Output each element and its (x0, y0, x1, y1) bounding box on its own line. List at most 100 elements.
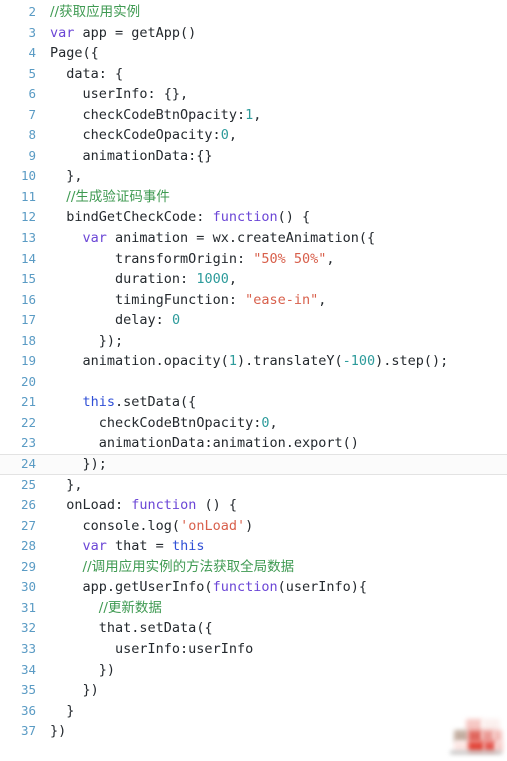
code-line[interactable]: 11 //生成验证码事件 (0, 187, 507, 208)
code-line[interactable]: 30 app.getUserInfo(function(userInfo){ (0, 577, 507, 598)
code-line-text[interactable]: checkCodeBtnOpacity:1, (36, 105, 507, 126)
code-line-text[interactable]: onLoad: function () { (36, 495, 507, 516)
code-line[interactable]: 32 that.setData({ (0, 618, 507, 639)
code-line[interactable]: 28 var that = this (0, 536, 507, 557)
code-token-keyword: var (82, 230, 107, 247)
code-token-plain: onLoad: (66, 497, 132, 514)
code-line[interactable]: 31 //更新数据 (0, 598, 507, 619)
code-line-text[interactable]: checkCodeOpacity:0, (36, 125, 507, 146)
code-line[interactable]: 18 }); (0, 331, 507, 352)
code-line[interactable]: 14 transformOrigin: "50% 50%", (0, 249, 507, 270)
code-line[interactable]: 12 bindGetCheckCode: function() { (0, 207, 507, 228)
code-line-text[interactable]: this.setData({ (36, 392, 507, 413)
code-line-text[interactable]: }, (36, 475, 507, 496)
code-line-text[interactable]: userInfo: {}, (36, 84, 507, 105)
code-token-plain: timingFunction: (115, 291, 246, 308)
code-line-text[interactable]: }) (36, 660, 507, 681)
code-line[interactable]: 13 var animation = wx.createAnimation({ (0, 228, 507, 249)
code-line[interactable]: 25 }, (0, 475, 507, 496)
code-line-text[interactable]: Page({ (36, 43, 507, 64)
code-line-text[interactable]: transformOrigin: "50% 50%", (36, 249, 507, 270)
code-line[interactable]: 19 animation.opacity(1).translateY(-100)… (0, 351, 507, 372)
code-token-plain: app.getUserInfo( (82, 579, 213, 596)
line-number: 21 (20, 394, 36, 410)
code-line[interactable]: 20 (0, 372, 507, 393)
code-line[interactable]: 6 userInfo: {}, (0, 84, 507, 105)
code-line[interactable]: 15 duration: 1000, (0, 269, 507, 290)
code-line[interactable]: 37}) (0, 721, 507, 742)
code-line[interactable]: 21 this.setData({ (0, 392, 507, 413)
code-line[interactable]: 35 }) (0, 680, 507, 701)
code-line-text[interactable]: //更新数据 (36, 598, 507, 619)
code-line[interactable]: 26 onLoad: function () { (0, 495, 507, 516)
code-token-comment: //调用应用实例的方法获取全局数据 (82, 558, 295, 575)
code-line-text[interactable]: delay: 0 (36, 310, 507, 331)
code-line-text[interactable]: var app = getApp() (36, 23, 507, 44)
line-number: 11 (20, 188, 36, 204)
code-line-text[interactable]: timingFunction: "ease-in", (36, 290, 507, 311)
code-line[interactable]: 10 }, (0, 166, 507, 187)
code-line-text[interactable]: userInfo:userInfo (36, 639, 507, 660)
code-lines-container[interactable]: 2//获取应用实例 3 var app = getApp() 4 Page({5 dat… (0, 2, 507, 742)
code-line-text[interactable]: data: { (36, 64, 507, 85)
line-number: 26 (20, 497, 36, 513)
code-token-number: 1 (228, 353, 237, 370)
code-line[interactable]: 8 checkCodeOpacity:0, (0, 125, 507, 146)
code-line-text[interactable]: //生成验证码事件 (36, 187, 507, 208)
code-token-comment: //更新数据 (98, 599, 162, 616)
code-line[interactable]: 27 console.log('onLoad') (0, 516, 507, 537)
code-line[interactable]: 16 timingFunction: "ease-in", (0, 290, 507, 311)
code-line[interactable]: 9 animationData:{} (0, 146, 507, 167)
code-token-plain: bindGetCheckCode: (66, 209, 213, 226)
code-line[interactable]: 4 Page({ (0, 43, 507, 64)
code-line-text[interactable]: that.setData({ (36, 618, 507, 639)
code-line[interactable]: 33 userInfo:userInfo (0, 639, 507, 660)
code-line-text[interactable]: } (36, 701, 507, 722)
code-line[interactable]: 29 //调用应用实例的方法获取全局数据 (0, 557, 507, 578)
code-token-plain: delay: (115, 312, 172, 329)
code-line[interactable]: 36 } (0, 701, 507, 722)
line-number: 13 (20, 230, 36, 246)
code-line[interactable]: 23 animationData:animation.export() (0, 433, 507, 454)
code-line-text[interactable]: }) (36, 721, 507, 742)
code-line[interactable]: 3 var app = getApp() (0, 23, 507, 44)
code-line[interactable]: 2 //获取应用实例 (0, 2, 507, 23)
code-line[interactable]: 24 }); (0, 454, 507, 475)
code-token-plain: userInfo: {}, (82, 86, 189, 103)
code-line-text[interactable]: var that = this (36, 536, 507, 557)
code-line-text[interactable]: checkCodeBtnOpacity:0, (36, 413, 507, 434)
code-editor[interactable]: 2//获取应用实例 3 var app = getApp() 4 Page({5 dat… (0, 0, 507, 761)
code-line[interactable]: 7 checkCodeBtnOpacity:1, (0, 105, 507, 126)
code-line-text[interactable]: console.log('onLoad') (36, 516, 507, 537)
line-number: 29 (20, 558, 36, 574)
code-line-text[interactable]: app.getUserInfo(function(userInfo){ (36, 577, 507, 598)
code-line-text[interactable]: duration: 1000, (36, 269, 507, 290)
code-line[interactable]: 17 delay: 0 (0, 310, 507, 331)
code-line-text[interactable]: }, (36, 166, 507, 187)
code-line-text[interactable]: }) (36, 680, 507, 701)
code-token-plain: }) (82, 682, 99, 699)
code-line[interactable]: 34 }) (0, 660, 507, 681)
line-number: 34 (20, 661, 36, 677)
code-line[interactable]: 5 data: { (0, 64, 507, 85)
code-line-text[interactable]: var animation = wx.createAnimation({ (36, 228, 507, 249)
code-line-text[interactable]: bindGetCheckCode: function() { (36, 207, 507, 228)
code-line-text[interactable]: //调用应用实例的方法获取全局数据 (36, 557, 507, 578)
code-token-this: this (82, 394, 116, 411)
code-line-text[interactable]: animationData:animation.export() (36, 433, 507, 454)
code-line-text[interactable]: animation.opacity(1).translateY(-100).st… (36, 351, 507, 372)
code-line-text[interactable]: }); (36, 331, 507, 352)
code-token-string: "ease-in" (245, 291, 319, 308)
code-line[interactable]: 22 checkCodeBtnOpacity:0, (0, 413, 507, 434)
code-line-text[interactable]: animationData:{} (36, 146, 507, 167)
line-number: 12 (20, 209, 36, 225)
line-number: 6 (28, 86, 36, 102)
code-line-text[interactable]: //获取应用实例 (36, 2, 507, 23)
code-line-text[interactable]: }); (36, 455, 507, 474)
code-token-plain: (userInfo){ (277, 579, 367, 596)
